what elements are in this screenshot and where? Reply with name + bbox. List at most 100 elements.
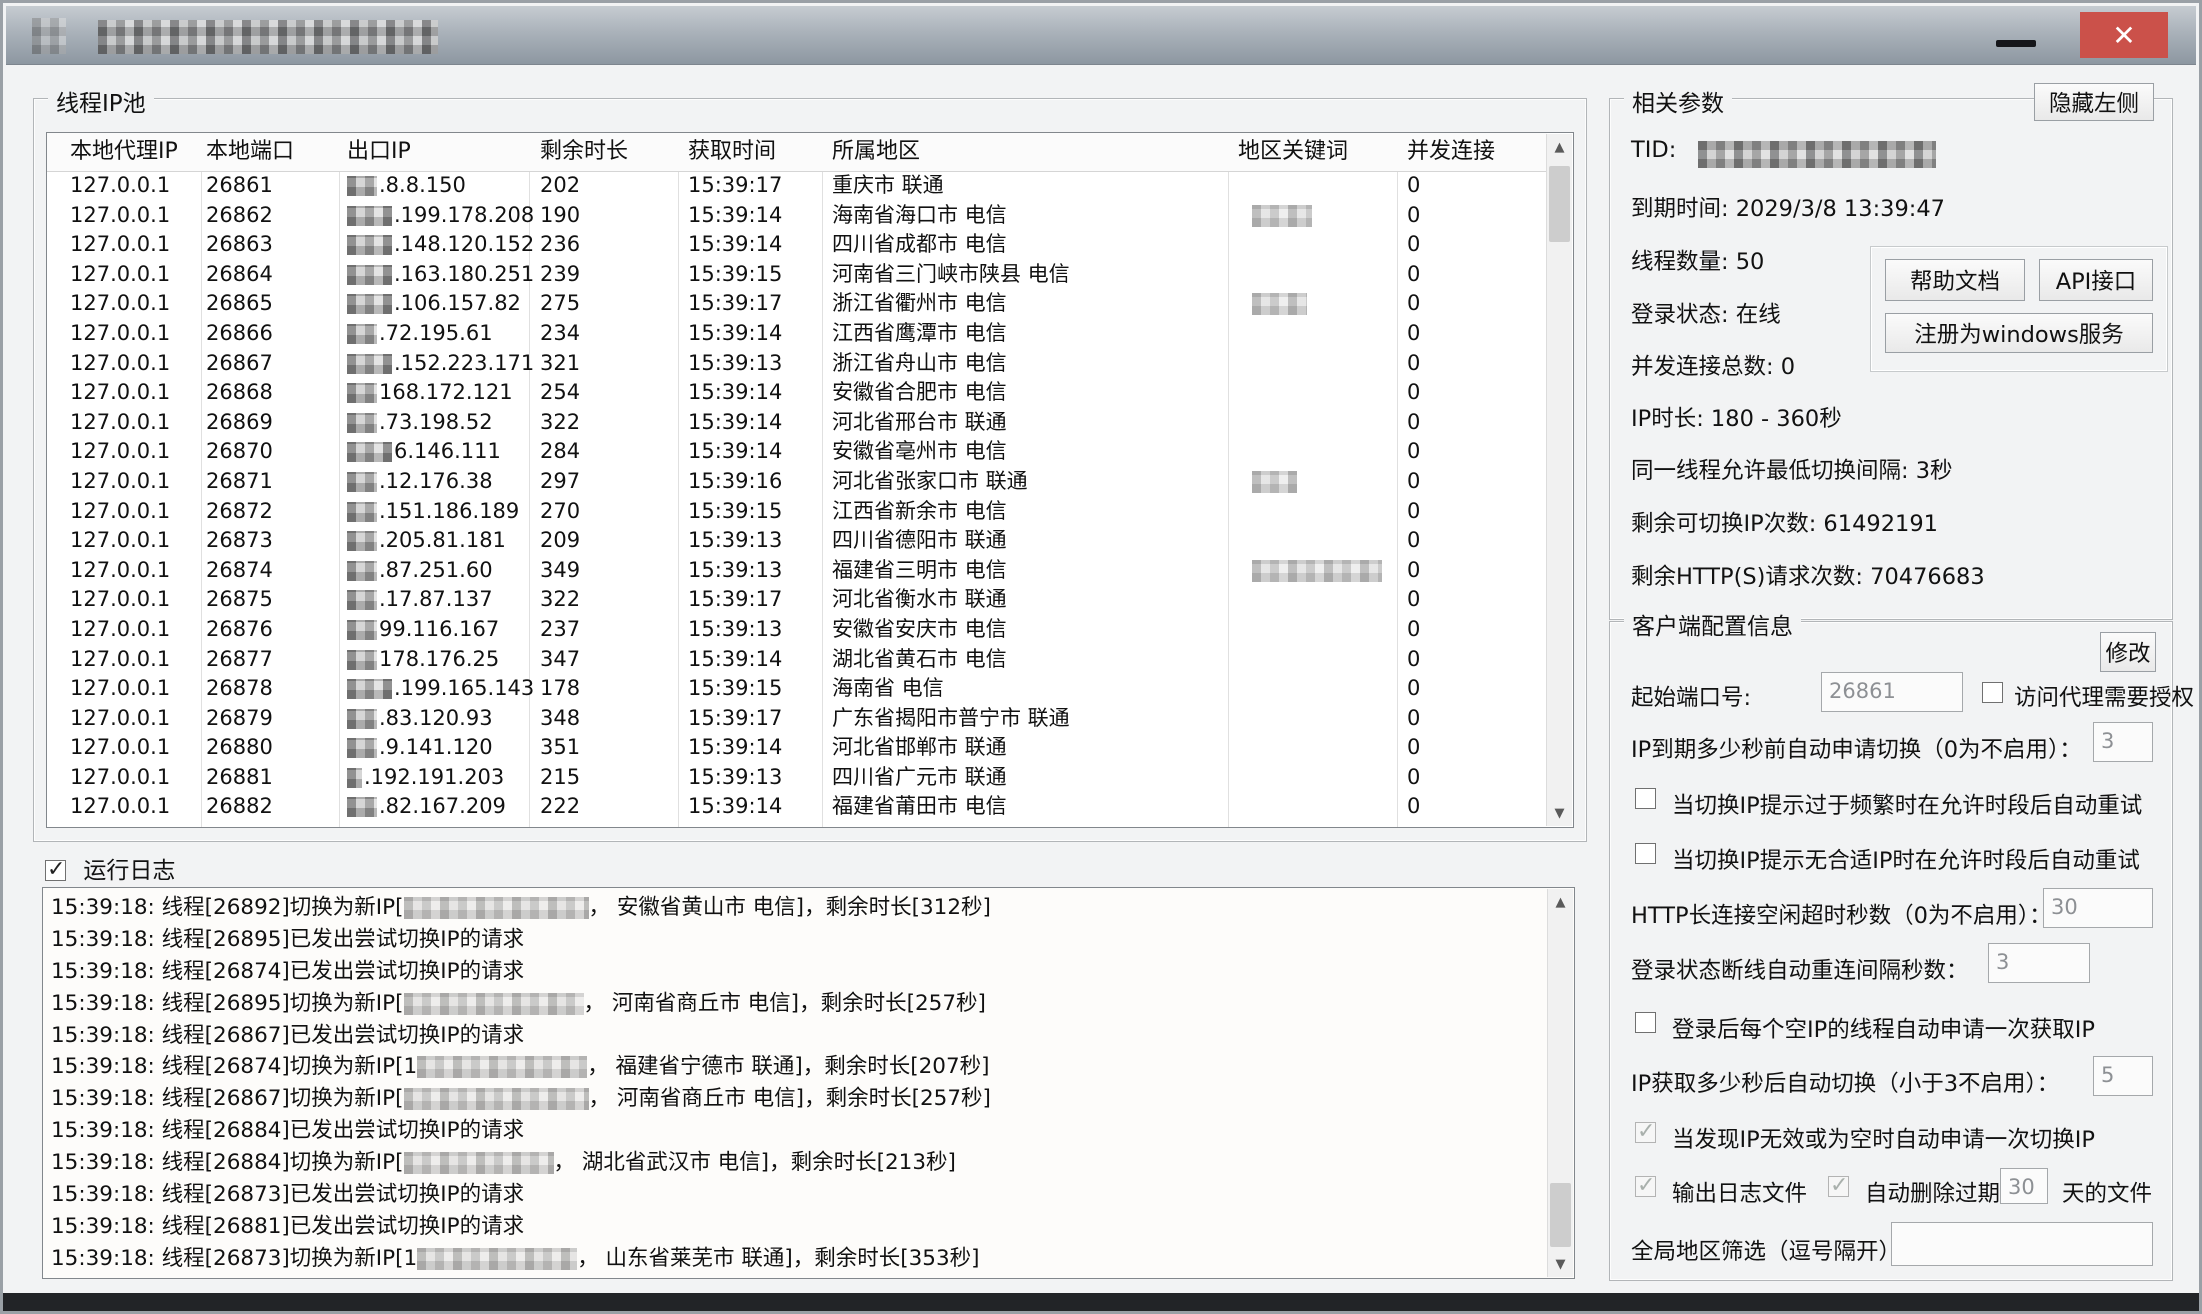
cell-remaining: 237 [540, 615, 580, 645]
scrollbar-thumb[interactable] [1550, 1183, 1571, 1247]
table-scrollbar[interactable]: ▲ ▼ [1546, 134, 1572, 826]
log-ip-redacted-block [404, 1088, 589, 1110]
cell-exit-ip: .151.186.189 [347, 497, 519, 527]
table-row[interactable]: 127.0.0.1 26880 .9.141.120 351 15:39:14 … [47, 733, 1547, 763]
modify-button[interactable]: 修改 [2100, 632, 2156, 672]
table-row[interactable]: 127.0.0.1 26868 168.172.121 254 15:39:14… [47, 378, 1547, 408]
ip-redacted-block [347, 679, 392, 699]
run-log-checkbox[interactable] [45, 860, 66, 881]
api-button[interactable]: API接口 [2039, 259, 2153, 301]
log-line: 15:39:18: 线程[26867]切换为新IP[， 河南省商丘市 电信]，剩… [51, 1083, 1544, 1115]
cell-port: 26869 [206, 408, 273, 438]
title-bar[interactable]: ✕ [6, 6, 2196, 65]
cell-region: 河北省衡水市 联通 [832, 585, 1007, 615]
cell-local-ip: 127.0.0.1 [70, 467, 170, 497]
cell-region: 安徽省安庆市 电信 [832, 615, 1007, 645]
minimize-button[interactable] [1996, 40, 2036, 47]
table-row[interactable]: 127.0.0.1 26867 .152.223.171 321 15:39:1… [47, 349, 1547, 379]
cell-exit-ip: .192.191.203 [347, 763, 504, 793]
table-header[interactable]: 本地代理IP 本地端口 出口IP 剩余时长 获取时间 所属地区 地区关键词 并发… [47, 133, 1547, 172]
col-header-local-ip[interactable]: 本地代理IP [70, 133, 178, 171]
start-port-input[interactable]: 26861 [1821, 672, 1963, 712]
keyword-redacted-block [1252, 293, 1307, 315]
col-header-port[interactable]: 本地端口 [206, 133, 294, 171]
table-row[interactable]: 127.0.0.1 26875 .17.87.137 322 15:39:17 … [47, 585, 1547, 615]
cell-port: 26872 [206, 497, 273, 527]
log-scrollbar[interactable]: ▲ ▼ [1547, 889, 1573, 1277]
auth-required-checkbox[interactable] [1982, 682, 2003, 703]
table-row[interactable]: 127.0.0.1 26871 .12.176.38 297 15:39:16 … [47, 467, 1547, 497]
cell-remaining: 322 [540, 408, 580, 438]
table-row[interactable]: 127.0.0.1 26879 .83.120.93 348 15:39:17 … [47, 704, 1547, 734]
col-header-conn[interactable]: 并发连接 [1407, 133, 1495, 171]
table-row[interactable]: 127.0.0.1 26866 .72.195.61 234 15:39:14 … [47, 319, 1547, 349]
table-row[interactable]: 127.0.0.1 26877 178.176.25 347 15:39:14 … [47, 645, 1547, 675]
invalid-switch-checkbox[interactable] [1635, 1122, 1656, 1143]
scrollbar-thumb[interactable] [1549, 166, 1570, 242]
ip-redacted-block [347, 472, 377, 492]
cell-conn: 0 [1407, 230, 1420, 260]
cell-region: 海南省 电信 [832, 674, 944, 704]
scroll-up-icon[interactable]: ▲ [1547, 134, 1572, 160]
table-row[interactable]: 127.0.0.1 26881 .192.191.203 215 15:39:1… [47, 763, 1547, 793]
table-row[interactable]: 127.0.0.1 26876 99.116.167 237 15:39:13 … [47, 615, 1547, 645]
table-row[interactable]: 127.0.0.1 26863 .148.120.152 236 15:39:1… [47, 230, 1547, 260]
auto-delete-checkbox[interactable] [1828, 1176, 1849, 1197]
ip-redacted-block [347, 265, 392, 285]
table-row[interactable]: 127.0.0.1 26861 .8.8.150 202 15:39:17 重庆… [47, 171, 1547, 201]
auto-fetch-checkbox[interactable] [1635, 1012, 1656, 1033]
cell-region: 重庆市 联通 [832, 171, 944, 201]
cell-local-ip: 127.0.0.1 [70, 497, 170, 527]
cell-local-ip: 127.0.0.1 [70, 733, 170, 763]
col-header-remaining[interactable]: 剩余时长 [540, 133, 628, 171]
cell-conn: 0 [1407, 349, 1420, 379]
col-header-time[interactable]: 获取时间 [688, 133, 776, 171]
table-row[interactable]: 127.0.0.1 26872 .151.186.189 270 15:39:1… [47, 497, 1547, 527]
retry-busy-checkbox[interactable] [1635, 788, 1656, 809]
log-line: 15:39:18: 线程[26892]切换为新IP[， 安徽省黄山市 电信]，剩… [51, 892, 1544, 924]
hide-left-button[interactable]: 隐藏左侧 [2034, 83, 2154, 121]
log-file-checkbox[interactable] [1635, 1176, 1656, 1197]
col-header-exit-ip[interactable]: 出口IP [347, 133, 411, 171]
cell-time: 15:39:14 [688, 792, 782, 822]
help-doc-button[interactable]: 帮助文档 [1885, 259, 2025, 301]
col-header-keyword[interactable]: 地区关键词 [1238, 133, 1348, 171]
run-log-panel[interactable]: 15:39:18: 线程[26892]切换为新IP[， 安徽省黄山市 电信]，剩… [42, 887, 1575, 1279]
cell-exit-ip: .82.167.209 [347, 792, 506, 822]
register-windows-service-button[interactable]: 注册为windows服务 [1885, 313, 2153, 353]
cell-conn: 0 [1407, 408, 1420, 438]
table-row[interactable]: 127.0.0.1 26874 .87.251.60 349 15:39:13 … [47, 556, 1547, 586]
table-row[interactable]: 127.0.0.1 26869 .73.198.52 322 15:39:14 … [47, 408, 1547, 438]
ip-pool-table[interactable]: 本地代理IP 本地端口 出口IP 剩余时长 获取时间 所属地区 地区关键词 并发… [46, 132, 1574, 828]
remaining-switches: 剩余可切换IP次数: 61492191 [1631, 506, 1938, 538]
region-filter-input[interactable] [1891, 1222, 2153, 1266]
expire-switch-input[interactable]: 3 [2093, 722, 2153, 762]
table-row[interactable]: 127.0.0.1 26865 .106.157.82 275 15:39:17… [47, 289, 1547, 319]
scroll-down-icon[interactable]: ▼ [1548, 1251, 1573, 1277]
cell-port: 26874 [206, 556, 273, 586]
log-line: 15:39:18: 线程[26895]切换为新IP[， 河南省商丘市 电信]，剩… [51, 988, 1544, 1020]
auto-switch-input[interactable]: 5 [2093, 1056, 2153, 1096]
scroll-up-icon[interactable]: ▲ [1548, 889, 1573, 915]
scroll-down-icon[interactable]: ▼ [1547, 800, 1572, 826]
ip-redacted-block [347, 590, 377, 610]
http-idle-input[interactable]: 30 [2043, 888, 2153, 928]
cell-port: 26876 [206, 615, 273, 645]
cell-time: 15:39:16 [688, 467, 782, 497]
table-row[interactable]: 127.0.0.1 26882 .82.167.209 222 15:39:14… [47, 792, 1547, 822]
cell-region: 浙江省衢州市 电信 [832, 289, 1007, 319]
table-row[interactable]: 127.0.0.1 26873 .205.81.181 209 15:39:13… [47, 526, 1547, 556]
close-button[interactable]: ✕ [2080, 12, 2168, 58]
thread-count: 线程数量: 50 [1631, 244, 1764, 276]
reconnect-input[interactable]: 3 [1988, 943, 2090, 983]
table-row[interactable]: 127.0.0.1 26870 6.146.111 284 15:39:14 安… [47, 437, 1547, 467]
cell-remaining: 209 [540, 526, 580, 556]
col-header-region[interactable]: 所属地区 [832, 133, 920, 171]
cell-conn: 0 [1407, 585, 1420, 615]
table-row[interactable]: 127.0.0.1 26878 .199.165.143 178 15:39:1… [47, 674, 1547, 704]
delete-days-input[interactable]: 30 [2000, 1168, 2048, 1204]
table-row[interactable]: 127.0.0.1 26862 .199.178.208 190 15:39:1… [47, 201, 1547, 231]
table-row[interactable]: 127.0.0.1 26864 .163.180.251 239 15:39:1… [47, 260, 1547, 290]
retry-nofit-checkbox[interactable] [1635, 843, 1656, 864]
cell-region: 浙江省舟山市 电信 [832, 349, 1007, 379]
